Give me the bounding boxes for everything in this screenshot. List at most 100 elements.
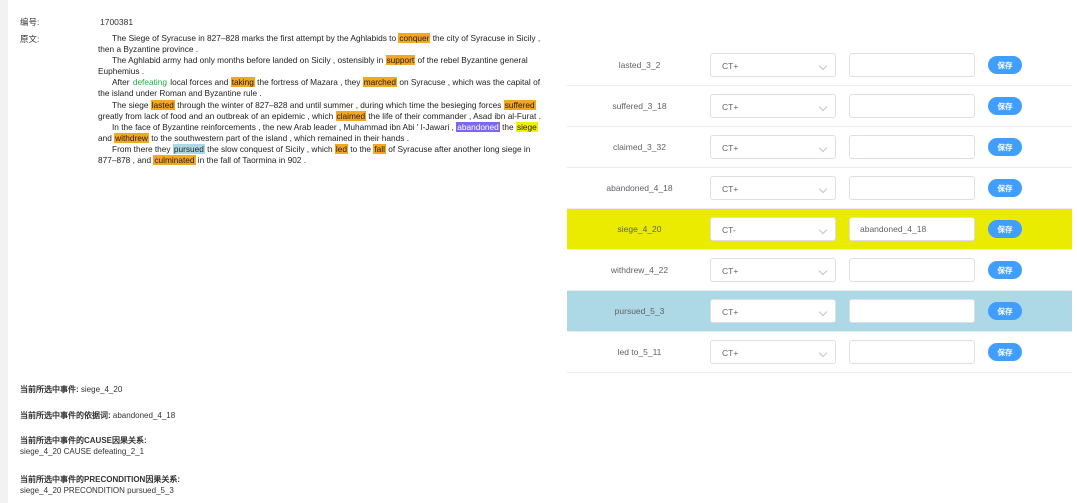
- relation-select[interactable]: CT+: [710, 176, 836, 200]
- relation-select[interactable]: CT+: [710, 135, 836, 159]
- event-word-highlight[interactable]: siege: [515, 121, 538, 132]
- passage-text: greatly from lack of food and an outbrea…: [98, 110, 336, 121]
- relation-select-value: CT+: [722, 184, 739, 194]
- event-row: led to_5_11 CT+ 保存: [567, 332, 1072, 373]
- event-word-highlight[interactable]: led: [334, 143, 348, 154]
- event-row: suffered_3_18 CT+ 保存: [567, 86, 1072, 127]
- event-name[interactable]: pursued_5_3: [567, 306, 712, 316]
- event-word-highlight[interactable]: support: [385, 55, 416, 66]
- passage-text: The Siege of Syracuse in 827–828 marks t…: [112, 33, 399, 43]
- evidence-input[interactable]: [849, 340, 975, 364]
- basis-word-label: 当前所选中事件的依据词:: [20, 411, 111, 420]
- current-event-label: 当前所选中事件:: [20, 385, 79, 394]
- save-button[interactable]: 保存: [988, 261, 1022, 279]
- passage-text: In the face of Byzantine reinforcements …: [112, 121, 457, 132]
- event-row: claimed_3_32 CT+ 保存: [567, 127, 1072, 168]
- event-name[interactable]: lasted_3_2: [567, 60, 712, 70]
- passage-text: through the winter of 827–828 and until …: [174, 99, 504, 110]
- passage-paragraph: The Siege of Syracuse in 827–828 marks t…: [98, 33, 543, 55]
- left-edge-bar: [0, 0, 8, 503]
- passage-text: the life of their commander , Asad ibn a…: [366, 110, 541, 121]
- passage-paragraph: The Aghlabid army had only months before…: [98, 55, 543, 77]
- relation-select-value: CT+: [722, 266, 739, 276]
- relation-select[interactable]: CT+: [710, 258, 836, 282]
- chevron-down-icon: [818, 307, 828, 317]
- event-word-highlight[interactable]: taking: [230, 77, 255, 88]
- passage-paragraph: After defeating local forces and taking …: [98, 77, 543, 99]
- chevron-down-icon: [818, 225, 828, 235]
- event-word-highlight[interactable]: conquer: [398, 33, 431, 43]
- precondition-relation-value: siege_4_20 PRECONDITION pursued_5_3: [20, 486, 174, 495]
- save-button[interactable]: 保存: [988, 138, 1022, 156]
- evidence-input[interactable]: [849, 299, 975, 323]
- text-label: 原文:: [20, 34, 40, 44]
- passage-text: the fortress of Mazara , they: [254, 77, 363, 88]
- relation-select[interactable]: CT+: [710, 53, 836, 77]
- relation-select[interactable]: CT+: [710, 94, 836, 118]
- save-button[interactable]: 保存: [988, 179, 1022, 197]
- chevron-down-icon: [818, 348, 828, 358]
- event-word-highlight[interactable]: pursued: [172, 143, 205, 154]
- passage-text: the: [499, 121, 516, 132]
- id-value: 1700381: [100, 17, 134, 27]
- event-word-highlight[interactable]: withdrew: [114, 132, 149, 143]
- event-word-highlight[interactable]: claimed: [335, 110, 367, 121]
- cause-relation-value: siege_4_20 CAUSE defeating_2_1: [20, 447, 145, 456]
- evidence-input[interactable]: [849, 258, 975, 282]
- relation-select-value: CT+: [722, 143, 739, 153]
- event-name[interactable]: suffered_3_18: [567, 101, 712, 111]
- event-name[interactable]: abandoned_4_18: [567, 183, 712, 193]
- event-word-highlight[interactable]: marched: [362, 77, 398, 88]
- passage-text: After: [112, 77, 132, 88]
- text-label-row: 原文:: [20, 33, 100, 45]
- event-word-highlight[interactable]: fall: [373, 143, 386, 154]
- event-row: abandoned_4_18 CT+ 保存: [567, 168, 1072, 209]
- relation-select-value: CT+: [722, 348, 739, 358]
- save-button[interactable]: 保存: [988, 56, 1022, 74]
- evidence-input[interactable]: [849, 217, 975, 241]
- event-row: lasted_3_2 CT+ 保存: [567, 45, 1072, 86]
- event-name[interactable]: withdrew_4_22: [567, 265, 712, 275]
- event-word-highlight[interactable]: suffered: [503, 99, 536, 110]
- relation-select-value: CT+: [722, 61, 739, 71]
- passage-text: The Aghlabid army had only months before…: [112, 55, 386, 66]
- evidence-input[interactable]: [849, 176, 975, 200]
- relation-select[interactable]: CT+: [710, 299, 836, 323]
- chevron-down-icon: [818, 266, 828, 276]
- relation-select-value: CT+: [722, 102, 739, 112]
- save-button[interactable]: 保存: [988, 220, 1022, 238]
- evidence-input[interactable]: [849, 135, 975, 159]
- passage-text: to the southwestern part of the island ,…: [148, 132, 410, 143]
- current-event-info: 当前所选中事件: siege_4_20: [20, 384, 122, 395]
- event-row: withdrew_4_22 CT+ 保存: [567, 250, 1072, 291]
- chevron-down-icon: [818, 61, 828, 71]
- event-word-highlight[interactable]: abandoned: [456, 121, 500, 132]
- chevron-down-icon: [818, 143, 828, 153]
- save-button[interactable]: 保存: [988, 343, 1022, 361]
- relation-select[interactable]: CT+: [710, 340, 836, 364]
- save-button[interactable]: 保存: [988, 302, 1022, 320]
- event-name[interactable]: led to_5_11: [567, 347, 712, 357]
- event-name[interactable]: claimed_3_32: [567, 142, 712, 152]
- evidence-input[interactable]: [849, 53, 975, 77]
- passage-text: local forces and: [167, 77, 231, 88]
- evidence-input[interactable]: [849, 94, 975, 118]
- chevron-down-icon: [818, 184, 828, 194]
- id-label: 编号:: [20, 17, 40, 27]
- event-word-highlight[interactable]: culminated: [153, 155, 196, 166]
- event-word-highlight[interactable]: defeating: [131, 77, 168, 88]
- basis-word-value: abandoned_4_18: [112, 411, 176, 420]
- current-event-value: siege_4_20: [80, 385, 123, 394]
- event-name[interactable]: siege_4_20: [567, 224, 712, 234]
- event-row: siege_4_20 CT- 保存: [567, 209, 1072, 250]
- relation-select-value: CT+: [722, 307, 739, 317]
- event-word-highlight[interactable]: lasted: [150, 99, 175, 110]
- id-row: 编号: 1700381: [20, 16, 133, 28]
- cause-relation-label: 当前所选中事件的CAUSE因果关系:: [20, 436, 147, 445]
- passage-paragraph: The siege lasted through the winter of 8…: [98, 99, 543, 122]
- save-button[interactable]: 保存: [988, 97, 1022, 115]
- source-passage: The Siege of Syracuse in 827–828 marks t…: [98, 33, 543, 166]
- relation-select[interactable]: CT-: [710, 217, 836, 241]
- passage-text: From there they: [112, 143, 173, 154]
- passage-text: to the: [347, 143, 374, 154]
